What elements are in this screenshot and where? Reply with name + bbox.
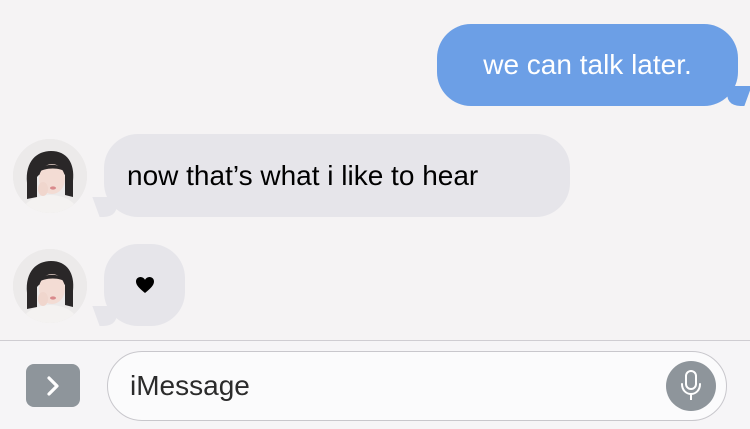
imessage-input[interactable]: iMessage [107,351,727,421]
chevron-right-icon [47,375,59,396]
expand-apps-button[interactable] [26,364,80,407]
input-placeholder: iMessage [130,369,250,401]
heart-icon [135,277,154,293]
incoming-message-bubble[interactable]: now that’s what i like to hear [104,134,570,217]
outgoing-message-bubble[interactable]: we can talk later. [437,24,738,106]
dictation-button[interactable] [666,361,716,411]
incoming-emoji-bubble[interactable] [104,244,185,326]
message-input-bar: iMessage [0,340,750,429]
avatar[interactable] [13,139,87,213]
message-thread: we can talk later. now that’s what i lik… [0,0,750,340]
microphone-icon [681,370,701,400]
avatar[interactable] [13,249,87,323]
message-text: now that’s what i like to hear [127,159,479,191]
message-text: we can talk later. [483,49,692,80]
